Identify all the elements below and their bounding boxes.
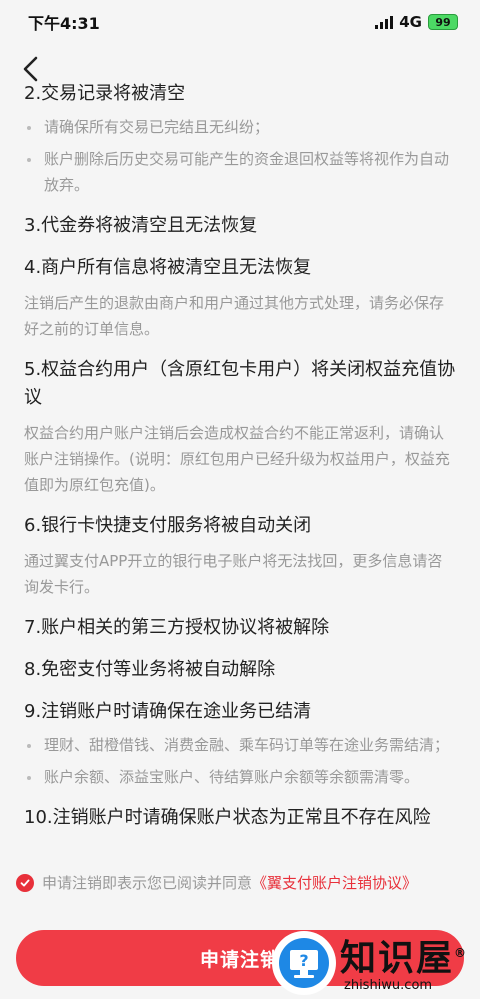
section-description: 通过翼支付APP开立的银行电子账户将无法找回，更多信息请咨询发卡行。 <box>24 552 443 596</box>
agreement-link[interactable]: 《翼支付账户注销协议》 <box>252 874 417 892</box>
section-heading: 7.账户相关的第三方授权协议将被解除 <box>24 617 330 638</box>
watermark-logo-icon: ? <box>274 933 334 993</box>
watermark-en: zhishiwu.com <box>344 978 433 993</box>
signal-icon <box>375 15 394 29</box>
bullet-item: 账户余额、添益宝账户、待结算账户余额等余额需清零。 <box>24 764 456 790</box>
section-heading: 10.注销账户时请确保账户状态为正常且不存在风险 <box>24 807 431 828</box>
section-description: 注销后产生的退款由商户和用户通过其他方式处理，请务必保存好之前的订单信息。 <box>24 294 445 338</box>
screen: 下午4:31 4G 99 2.交易记录将被清空请确保所有交易已完结且无纠纷； 账户… <box>0 0 480 999</box>
check-icon <box>20 879 30 887</box>
chevron-left-icon <box>23 56 38 82</box>
help-monitor-icon: ? <box>279 938 329 988</box>
status-right: 4G 99 <box>375 13 458 31</box>
section-heading: 3.代金券将被清空且无法恢复 <box>24 215 258 236</box>
bullet-item: 账户删除后历史交易可能产生的资金退回权益等将视作为自动放弃。 <box>24 146 456 198</box>
section-heading: 4.商户所有信息将被清空且无法恢复 <box>24 257 312 278</box>
agreement-prefix: 申请注销即表示您已阅读并同意 <box>42 874 253 892</box>
network-label: 4G <box>399 13 422 31</box>
status-time: 下午4:31 <box>28 14 100 33</box>
watermark-cn: 知识屋® <box>340 938 469 979</box>
section-heading: 9.注销账户时请确保在途业务已结清 <box>24 701 312 722</box>
bullet-item: 请确保所有交易已完结且无纠纷； <box>24 114 456 140</box>
section-heading: 8.免密支付等业务将被自动解除 <box>24 659 276 680</box>
notice-content: 2.交易记录将被清空请确保所有交易已完结且无纠纷； 账户删除后历史交易可能产生的资… <box>0 80 480 895</box>
section-heading: 5.权益合约用户（含原红包卡用户）将关闭权益充值协议 <box>24 359 456 408</box>
svg-text:?: ? <box>299 951 308 970</box>
agreement-checkbox[interactable] <box>16 874 34 892</box>
agreement-row: 申请注销即表示您已阅读并同意《翼支付账户注销协议》 <box>16 870 466 896</box>
watermark-text: 知识屋® zhishiwu.com <box>340 933 468 993</box>
agreement-text: 申请注销即表示您已阅读并同意《翼支付账户注销协议》 <box>42 870 417 896</box>
bullet-item: 理财、甜橙借钱、消费金融、乘车码订单等在途业务需结清； <box>24 732 456 758</box>
status-bar: 下午4:31 4G 99 <box>0 0 480 44</box>
section-heading: 6.银行卡快捷支付服务将被自动关闭 <box>24 515 312 536</box>
section-description: 权益合约用户账户注销后会造成权益合约不能正常返利，请确认账户注销操作。(说明：原… <box>24 424 450 494</box>
battery-icon: 99 <box>428 14 458 30</box>
watermark: ? 知识屋® zhishiwu.com <box>274 930 474 996</box>
section-heading: 2.交易记录将被清空 <box>24 83 186 104</box>
